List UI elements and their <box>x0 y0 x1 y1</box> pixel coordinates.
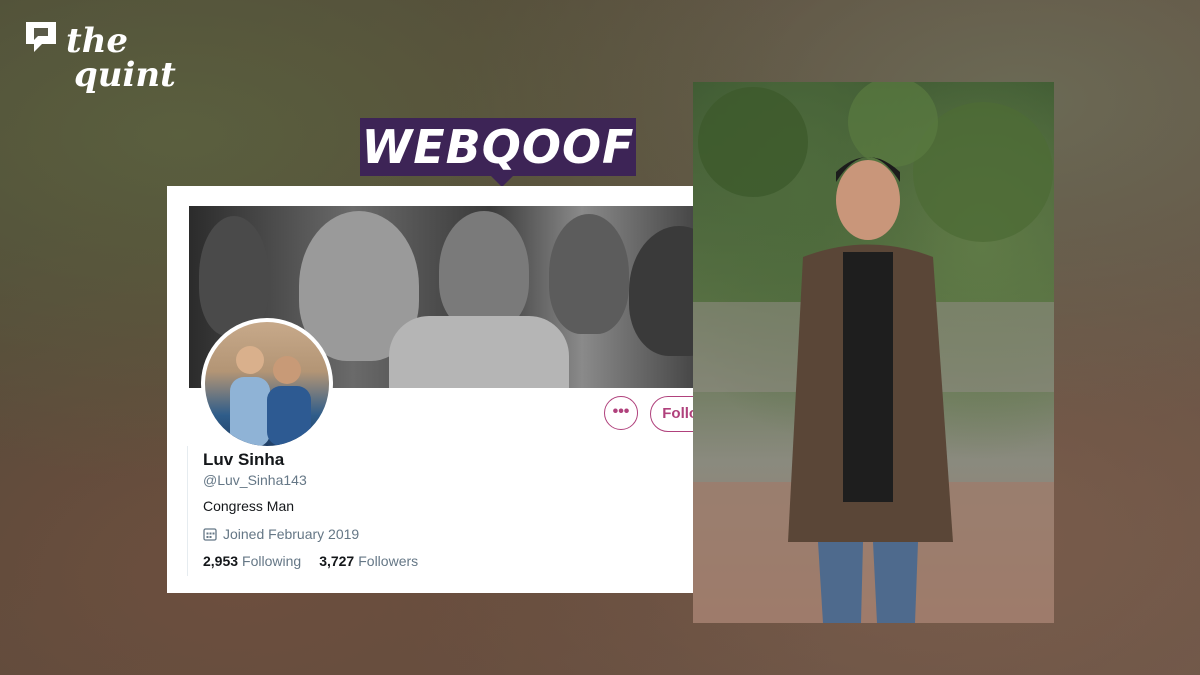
logo-text-quint: quint <box>74 55 176 95</box>
calendar-icon <box>203 528 217 541</box>
comparison-photo <box>693 82 1054 623</box>
joined-text: Joined February 2019 <box>223 526 360 542</box>
speech-bubble-icon <box>26 22 56 52</box>
followers-stat[interactable]: 3,727 Followers <box>319 553 418 569</box>
profile-name: Luv Sinha <box>203 450 285 469</box>
profile-avatar[interactable] <box>201 318 333 450</box>
twitter-profile-card: ••• Follow Luv Sinha @Luv_Sinha143 Congr… <box>167 186 755 593</box>
following-label: Following <box>242 553 302 569</box>
followers-label: Followers <box>358 553 419 569</box>
the-quint-logo: the quint <box>22 18 176 108</box>
logo-text-the: the <box>66 21 129 61</box>
more-options-button[interactable]: ••• <box>604 396 638 430</box>
profile-stats: 2,953 Following 3,727 Followers <box>203 553 418 569</box>
joined-date: Joined February 2019 <box>203 526 359 542</box>
following-stat[interactable]: 2,953 Following <box>203 553 301 569</box>
card-divider <box>187 446 188 576</box>
followers-count: 3,727 <box>319 553 355 569</box>
webqoof-badge: WEBQOOF <box>360 118 636 176</box>
profile-bio: Congress Man <box>203 498 295 514</box>
profile-handle: @Luv_Sinha143 <box>203 472 307 488</box>
following-count: 2,953 <box>203 553 239 569</box>
